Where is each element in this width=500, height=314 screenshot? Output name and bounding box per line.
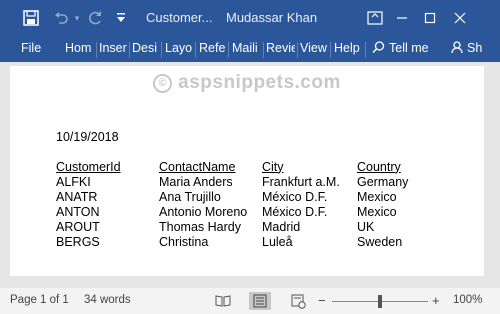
zoom-slider-thumb[interactable] [378,295,382,308]
cell-contact-name: Ana Trujillo [159,189,221,204]
table-row: ANTON Antonio Moreno México D.F. Mexico [56,204,427,219]
watermark: © aspsnippets.com [10,72,484,94]
cell-city: Frankfurt a.M. [262,174,340,189]
cell-customer-id: ALFKI [56,174,91,189]
user-name[interactable]: Mudassar Khan [226,10,317,25]
table-row: BERGS Christina Luleå Sweden [56,234,427,249]
cell-contact-name: Maria Anders [159,174,233,189]
tab-references[interactable]: Refe [199,41,226,55]
tell-me-label: Tell me [389,41,429,55]
tab-divider [228,42,229,58]
tab-mailings[interactable]: Maili [232,41,261,55]
header-contact-name: ContactName [159,159,236,174]
status-bar: Page 1 of 1 34 words − + 100% [0,288,500,314]
document-canvas: © aspsnippets.com 10/19/2018 CustomerId C… [0,62,500,288]
tell-me-search[interactable]: Tell me [372,41,438,55]
print-layout-button[interactable] [249,292,271,310]
redo-icon[interactable] [84,8,106,28]
undo-icon[interactable] [50,8,72,28]
ribbon-display-icon[interactable] [364,8,386,28]
tab-help[interactable]: Help [334,41,362,55]
share-label: Sh [467,41,483,55]
tab-review[interactable]: Revie [266,41,295,55]
read-mode-icon [215,295,231,307]
cell-city: México D.F. [262,189,328,204]
tab-home[interactable]: Hom [65,41,93,55]
cell-contact-name: Christina [159,234,209,249]
tab-layout[interactable]: Layo [165,41,193,55]
table-row: AROUT Thomas Hardy Madrid UK [56,219,427,234]
page-count[interactable]: Page 1 of 1 [10,294,69,306]
header-country: Country [357,159,401,174]
tab-view[interactable]: View [300,41,328,55]
tab-design[interactable]: Desi [132,41,159,55]
tab-divider [263,42,264,58]
cell-country: Mexico [357,189,397,204]
save-icon[interactable] [20,8,42,28]
title-bar: ▾ Customer... Mudassar Khan [0,0,500,36]
document-date: 10/19/2018 [56,130,119,144]
tab-divider [297,42,298,58]
word-count[interactable]: 34 words [84,294,131,306]
cell-country: Mexico [357,204,397,219]
customer-table: CustomerId ContactName City Country ALFK… [56,159,427,249]
ribbon-tabs: File Hom Inser Desi Layo Refe Maili Revi… [0,36,500,62]
zoom-in-button[interactable]: + [432,293,440,308]
restore-icon[interactable] [418,8,442,28]
cell-country: Germany [357,174,409,189]
share-person-icon [451,41,463,54]
cell-customer-id: AROUT [56,219,100,234]
cell-country: UK [357,219,375,234]
tab-divider [365,42,366,58]
tab-insert[interactable]: Inser [99,41,128,55]
cell-contact-name: Antonio Moreno [159,204,248,219]
cell-customer-id: ANATR [56,189,98,204]
cell-city: Madrid [262,219,301,234]
minimize-icon[interactable] [390,8,414,28]
cell-customer-id: ANTON [56,204,100,219]
print-layout-icon [253,294,267,308]
lightbulb-search-icon [372,41,385,54]
cell-customer-id: BERGS [56,234,100,249]
tab-divider [96,42,97,58]
document-title: Customer... [146,10,213,25]
watermark-text: aspsnippets.com [178,72,341,93]
web-layout-icon [291,294,306,309]
zoom-out-button[interactable]: − [318,293,326,308]
web-layout-button[interactable] [287,292,309,310]
cell-city: México D.F. [262,204,328,219]
table-header-row: CustomerId ContactName City Country [56,159,427,174]
cell-city: Luleå [262,234,293,249]
undo-dropdown-icon[interactable]: ▾ [72,8,82,28]
tab-divider [195,42,196,58]
header-city: City [262,159,284,174]
read-mode-button[interactable] [212,292,234,310]
cell-contact-name: Thomas Hardy [159,219,241,234]
tab-divider [330,42,331,58]
share-button[interactable]: Sh [451,41,500,55]
table-row: ALFKI Maria Anders Frankfurt a.M. German… [56,174,427,189]
close-icon[interactable] [448,8,472,28]
tab-divider [129,42,130,58]
header-customer-id: CustomerId [56,159,121,174]
copyright-mark: © [153,74,173,93]
zoom-level[interactable]: 100% [453,294,482,306]
customize-qat-icon[interactable] [114,8,128,28]
document-page[interactable]: © aspsnippets.com 10/19/2018 CustomerId C… [10,66,484,276]
tab-file[interactable]: File [21,41,43,55]
table-row: ANATR Ana Trujillo México D.F. Mexico [56,189,427,204]
cell-country: Sweden [357,234,403,249]
tab-divider [161,42,162,58]
